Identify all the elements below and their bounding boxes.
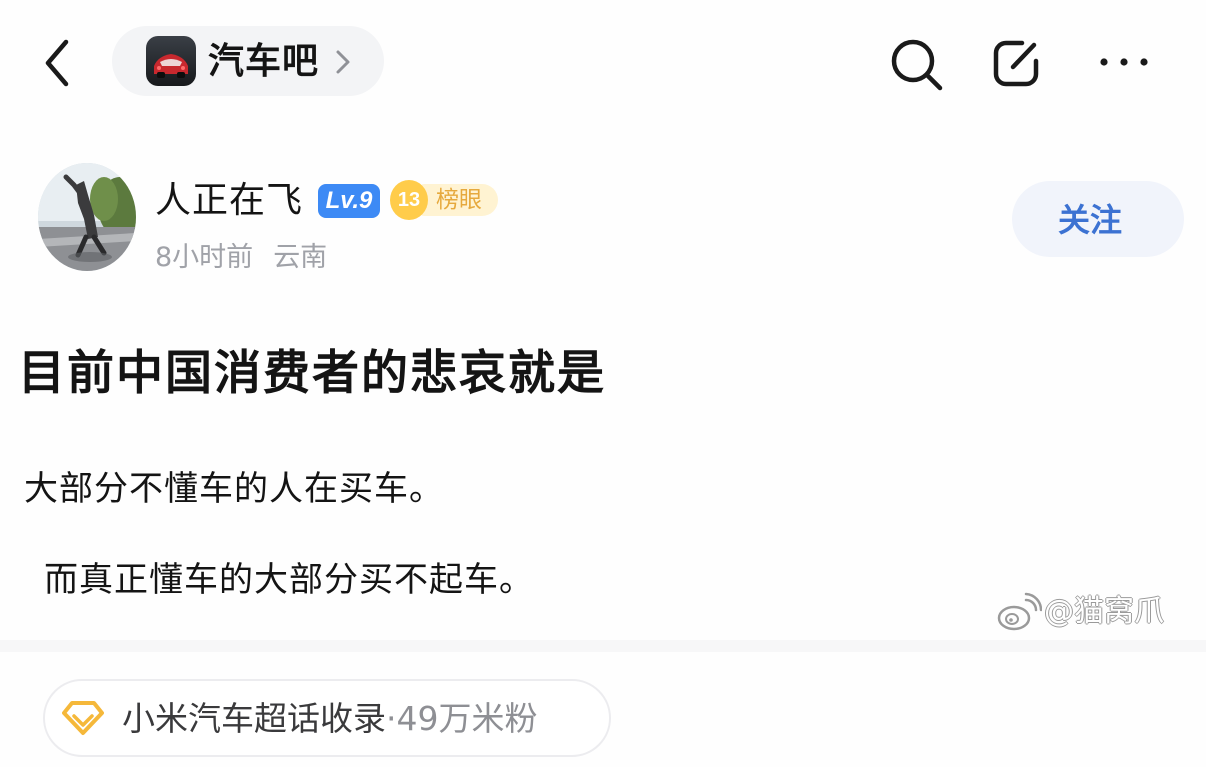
post-time: 8小时前 bbox=[155, 242, 254, 273]
search-button[interactable] bbox=[888, 36, 946, 94]
forum-name[interactable]: 汽车吧 bbox=[208, 38, 319, 86]
post-meta: 8小时前 云南 bbox=[155, 238, 327, 278]
rank-number: 13 bbox=[390, 180, 428, 220]
super-topic-separator: · bbox=[386, 699, 397, 738]
post-line-1: 大部分不懂车的人在买车。 bbox=[24, 469, 444, 509]
more-icon bbox=[1100, 58, 1148, 66]
level-badge: Lv.9 bbox=[318, 184, 380, 218]
search-icon bbox=[891, 39, 943, 91]
diamond-icon bbox=[62, 700, 104, 736]
super-topic-name: 小米汽车超话收录 bbox=[122, 699, 386, 738]
forum-avatar[interactable] bbox=[146, 36, 196, 86]
edit-icon bbox=[993, 40, 1039, 87]
follow-label[interactable]: 关注 bbox=[1058, 198, 1122, 242]
watermark-text: @猫窝爪 bbox=[1044, 594, 1164, 629]
more-button[interactable] bbox=[1096, 44, 1152, 80]
username[interactable]: 人正在飞 bbox=[155, 178, 303, 224]
post-title: 目前中国消费者的悲哀就是 bbox=[18, 346, 606, 401]
post-line-2: 而真正懂车的大部分买不起车。 bbox=[44, 560, 534, 600]
chevron-left-icon bbox=[45, 39, 69, 87]
user-avatar[interactable] bbox=[38, 163, 136, 271]
edit-button[interactable] bbox=[988, 34, 1048, 92]
weibo-icon bbox=[996, 592, 1043, 632]
chevron-right-icon bbox=[332, 46, 354, 78]
post-page: 汽车吧 人正在飞 Lv.9 13 榜眼 8小时前 云南 关注 目前中国消费者的悲… bbox=[0, 0, 1206, 767]
post-location: 云南 bbox=[273, 242, 328, 273]
back-button[interactable] bbox=[38, 36, 78, 90]
section-divider bbox=[0, 640, 1206, 652]
super-topic-fans: 49万米粉 bbox=[396, 699, 538, 738]
rank-badge: 13 榜眼 bbox=[390, 180, 500, 220]
super-topic-text[interactable]: 小米汽车超话收录·49万米粉 bbox=[122, 696, 538, 742]
rank-label: 榜眼 bbox=[436, 187, 482, 213]
